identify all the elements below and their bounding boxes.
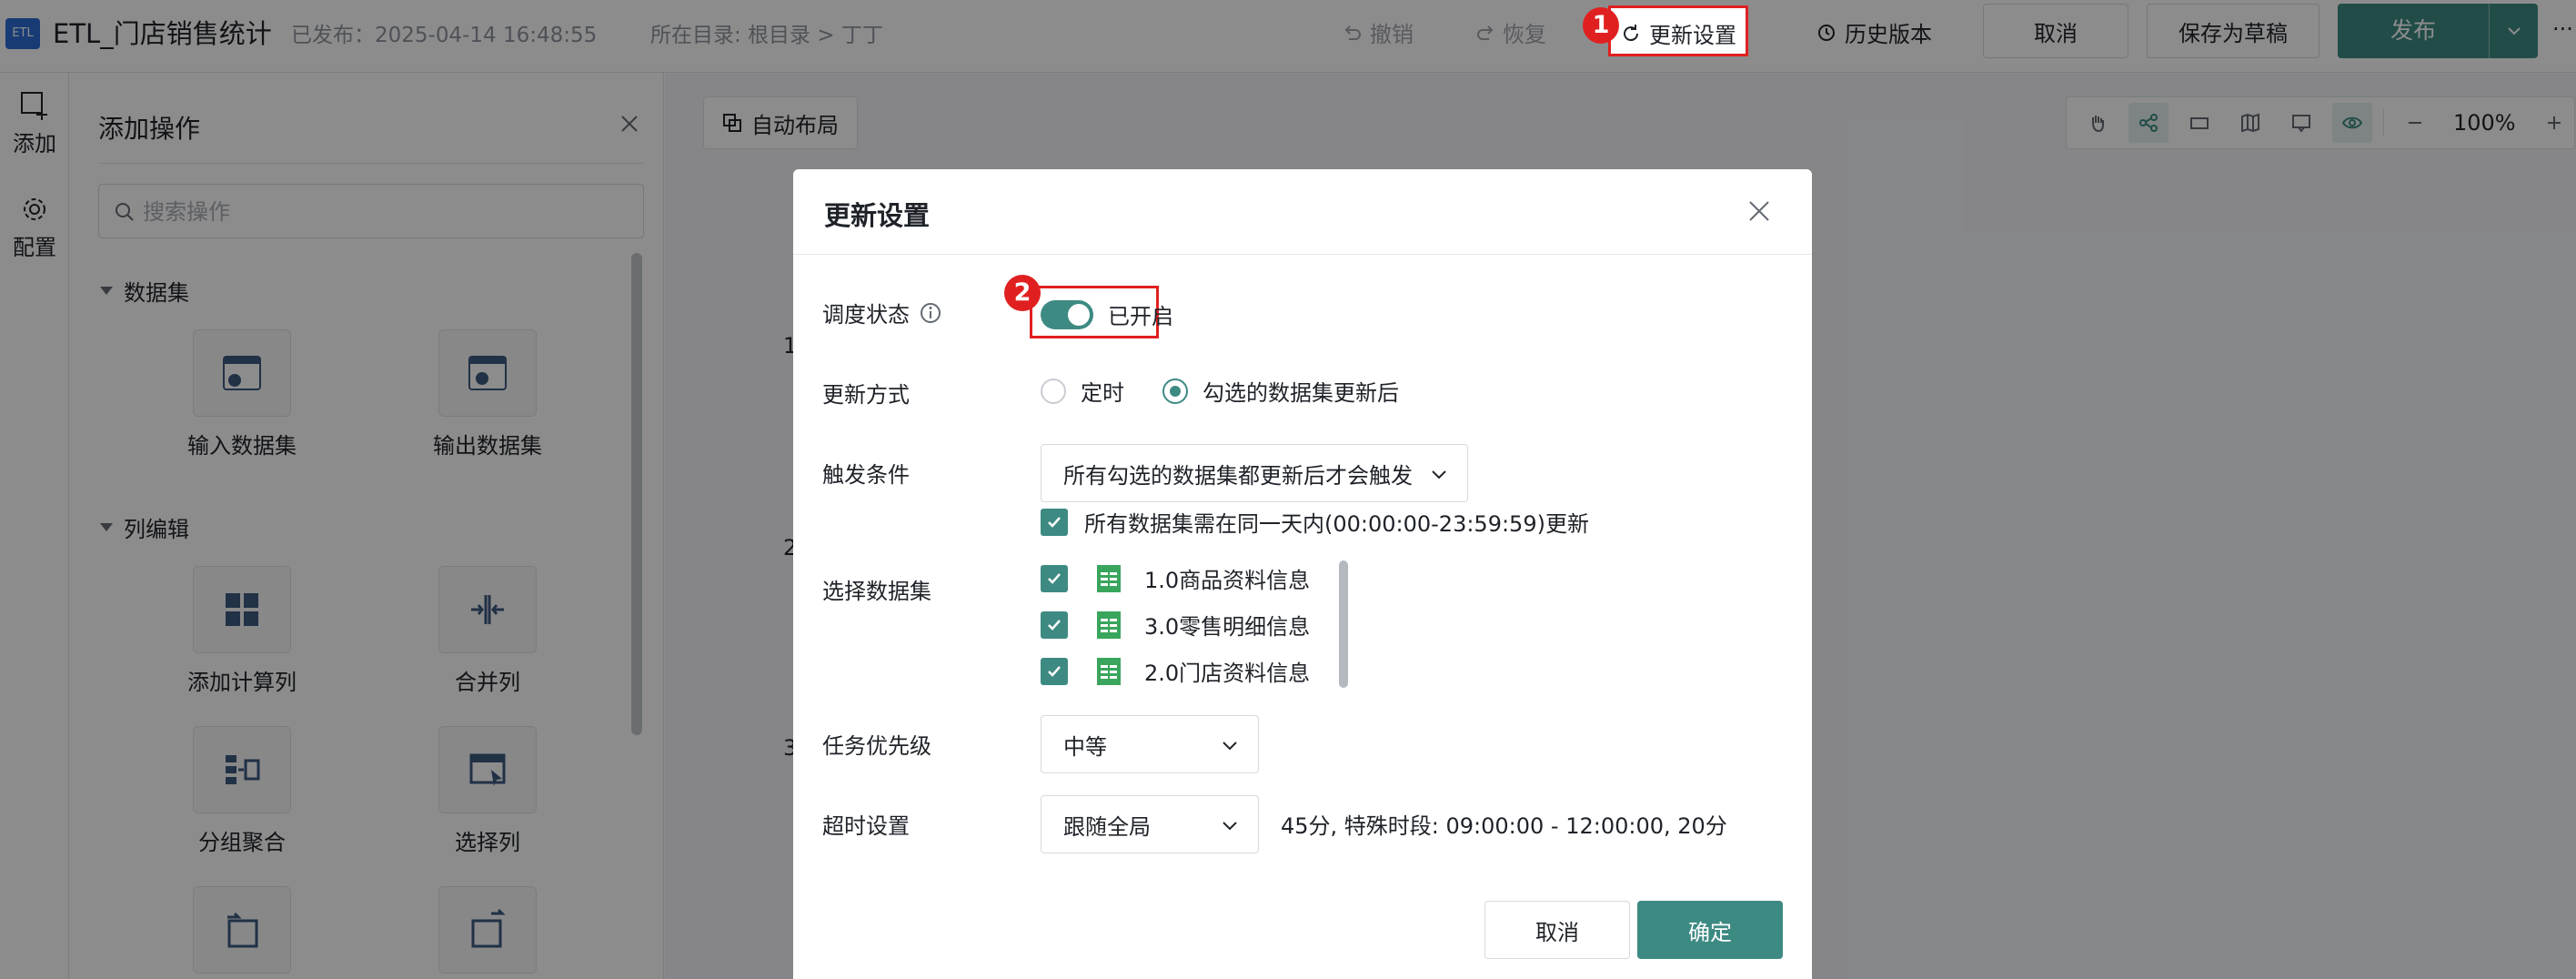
update-settings-label: 更新设置 xyxy=(1649,23,1736,48)
field-label: 调度状态 xyxy=(822,302,910,328)
dataset-item[interactable]: 2.0门店资料信息 xyxy=(1041,655,1310,687)
schedule-toggle[interactable]: 已开启 xyxy=(1041,298,1173,330)
dialog-title: 更新设置 xyxy=(824,200,931,231)
toggle-knob xyxy=(1068,303,1090,326)
callout-badge: 2 xyxy=(1004,275,1041,311)
radio-timed-label[interactable]: 定时 xyxy=(1081,375,1124,407)
info-icon[interactable] xyxy=(919,301,942,325)
dialog-cancel-button[interactable]: 取消 xyxy=(1484,901,1630,959)
chevron-down-icon xyxy=(1432,470,1446,479)
radio-after-dataset-label[interactable]: 勾选的数据集更新后 xyxy=(1202,375,1399,407)
timeout-select[interactable]: 跟随全局 xyxy=(1041,795,1259,853)
highlighted-update-settings[interactable]: 更新设置 xyxy=(1620,17,1736,49)
trigger-condition-label: 触发条件 xyxy=(822,462,910,488)
checkbox-checked[interactable] xyxy=(1041,564,1068,592)
refresh-icon xyxy=(1624,24,1639,41)
chevron-down-icon xyxy=(1223,822,1237,831)
checkbox-checked[interactable] xyxy=(1041,657,1068,685)
dataset-name: 2.0门店资料信息 xyxy=(1144,661,1311,686)
toggle-switch[interactable] xyxy=(1041,299,1093,329)
dialog-confirm-button[interactable]: 确定 xyxy=(1637,901,1783,959)
update-method-label: 更新方式 xyxy=(822,382,910,408)
callout-badge: 1 xyxy=(1583,7,1619,44)
task-priority-label: 任务优先级 xyxy=(822,733,931,759)
checkbox-checked[interactable] xyxy=(1041,508,1068,536)
dialog-header: 更新设置 xyxy=(793,169,1812,255)
toggle-state-text: 已开启 xyxy=(1108,304,1173,329)
dataset-list-scrollbar[interactable] xyxy=(1339,560,1348,688)
dataset-name: 3.0零售明细信息 xyxy=(1144,614,1311,640)
csv-file-icon xyxy=(1097,657,1121,685)
close-icon[interactable] xyxy=(1745,197,1774,226)
schedule-status-label: 调度状态 xyxy=(822,297,942,328)
select-value: 中等 xyxy=(1063,733,1107,760)
csv-file-icon xyxy=(1097,611,1121,639)
dataset-item[interactable]: 1.0商品资料信息 xyxy=(1041,562,1310,594)
radio-after-dataset-update[interactable] xyxy=(1162,378,1188,404)
csv-file-icon xyxy=(1097,564,1121,592)
select-dataset-label: 选择数据集 xyxy=(822,579,931,604)
dataset-item[interactable]: 3.0零售明细信息 xyxy=(1041,609,1310,641)
select-value: 跟随全局 xyxy=(1063,813,1151,840)
chevron-down-icon xyxy=(1223,742,1237,751)
same-day-checkbox[interactable]: 所有数据集需在同一天内(00:00:00-23:59:59)更新 xyxy=(1041,506,1589,538)
dataset-name: 1.0商品资料信息 xyxy=(1144,568,1311,593)
task-priority-select[interactable]: 中等 xyxy=(1041,715,1259,773)
select-value: 所有勾选的数据集都更新后才会触发 xyxy=(1063,462,1413,489)
timeout-setting-label: 超时设置 xyxy=(822,813,910,839)
timeout-note: 45分, 特殊时段: 09:00:00 - 12:00:00, 20分 xyxy=(1281,813,1727,839)
trigger-condition-select[interactable]: 所有勾选的数据集都更新后才会触发 xyxy=(1041,444,1468,502)
update-method-radios: 定时 勾选的数据集更新后 xyxy=(1041,375,1399,407)
same-day-text: 所有数据集需在同一天内(00:00:00-23:59:59)更新 xyxy=(1084,511,1589,537)
checkbox-checked[interactable] xyxy=(1041,611,1068,639)
radio-timed[interactable] xyxy=(1041,378,1066,404)
highlight-box: 更新设置 xyxy=(1608,5,1748,56)
update-settings-dialog: 更新设置 调度状态 2 已开启 更新方式 定时 勾选的数据集更新后 触发条件 所… xyxy=(793,169,1812,979)
